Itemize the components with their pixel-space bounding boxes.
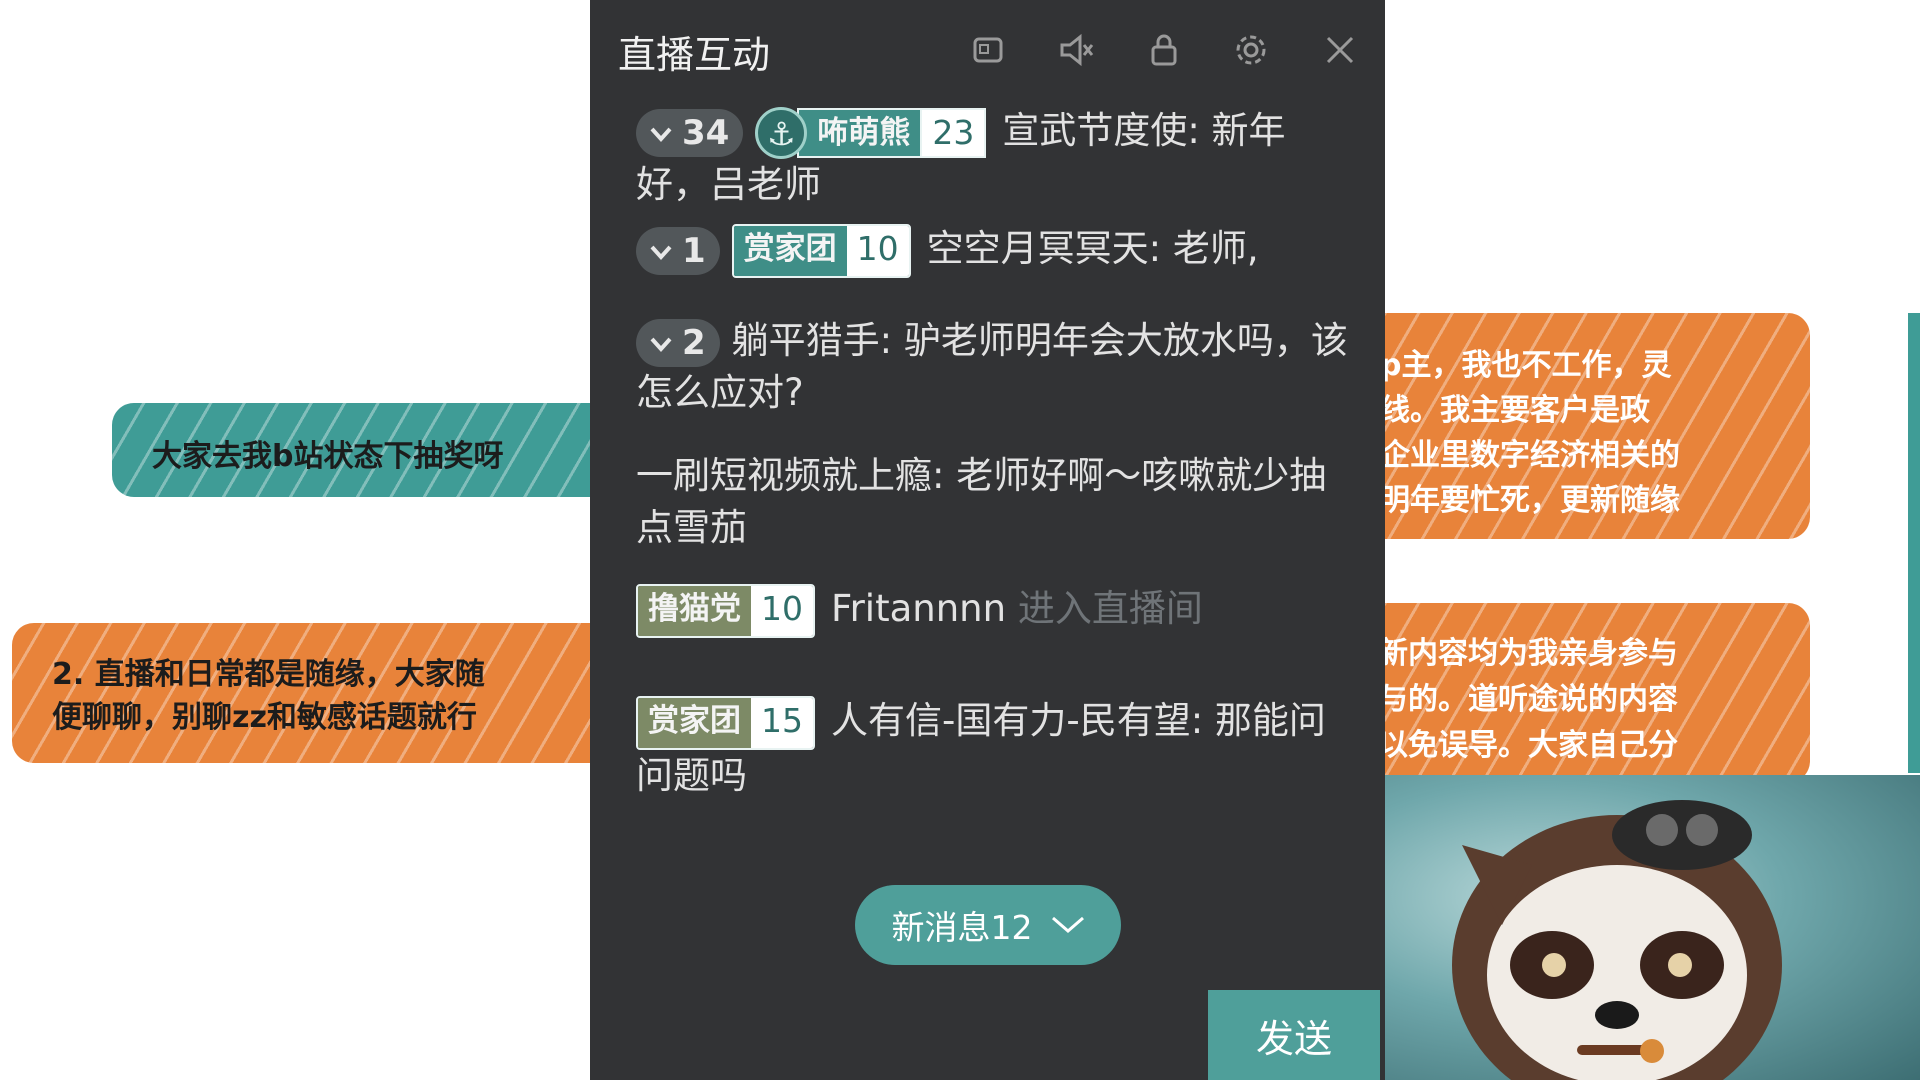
- user-level-chip: 2: [636, 318, 720, 367]
- note-line: 2. 直播和日常都是随缘，大家随: [52, 657, 485, 692]
- medal-name: 撸猫党: [638, 585, 751, 636]
- sticky-note-about: p主，我也不工作，灵 线。我主要客户是政 企业里数字经济相关的 明年要忙死，更新…: [1320, 313, 1810, 539]
- user-level-chip: 34: [636, 108, 744, 157]
- red-panda-avatar: [1452, 800, 1782, 1080]
- partial-note-edge: [1908, 313, 1920, 773]
- fan-medal[interactable]: ⚓ 咘萌熊 23: [755, 106, 987, 159]
- medal-level: 15: [751, 697, 813, 748]
- chat-message[interactable]: 撸猫党 10 Fritannnn 进入直播间: [636, 583, 1356, 638]
- system-text: 进入直播间: [1017, 587, 1203, 630]
- medal-level: 23: [920, 107, 987, 158]
- medal-level: 10: [751, 585, 813, 636]
- note-line: 便聊聊，别聊zz和敏感话题就行: [52, 700, 477, 735]
- user-level-chip: 1: [636, 226, 720, 275]
- username[interactable]: Fritannnn: [831, 587, 1006, 630]
- anchor-icon: ⚓: [755, 106, 808, 159]
- user-level: 34: [682, 112, 730, 153]
- note-line: p主，我也不工作，灵: [1380, 348, 1672, 383]
- username[interactable]: 宣武节度使: [1002, 109, 1187, 152]
- username[interactable]: 人有信-国有力-民有望: [831, 699, 1191, 742]
- fan-medal[interactable]: 赏家团 15: [636, 695, 815, 750]
- chat-message[interactable]: 一刷短视频就上瘾: 老师好啊～咳嗽就少抽点雪茄: [636, 450, 1356, 554]
- sticky-note-lottery: 大家去我b站状态下抽奖呀: [112, 403, 632, 497]
- chat-message[interactable]: 2 躺平猎手: 驴老师明年会大放水吗，该怎么应对?: [636, 315, 1356, 419]
- user-level: 2: [682, 322, 706, 363]
- note-line: 与的。道听途说的内容: [1378, 682, 1678, 717]
- user-level: 1: [682, 230, 706, 271]
- message-text: : 老师,: [1148, 227, 1259, 270]
- chat-message[interactable]: 1 赏家团 10 空空月冥冥天: 老师,: [636, 223, 1356, 278]
- new-messages-label: 新消息12: [891, 908, 1033, 947]
- fan-medal[interactable]: 撸猫党 10: [636, 583, 815, 638]
- medal-name: 咘萌熊: [797, 107, 921, 158]
- note-line: 企业里数字经济相关的: [1380, 438, 1680, 473]
- fan-medal[interactable]: 赏家团 10: [731, 223, 911, 278]
- new-messages-button[interactable]: 新消息12: [855, 885, 1121, 965]
- note-line: 大家去我b站状态下抽奖呀: [152, 439, 504, 474]
- medal-name: 赏家团: [733, 225, 847, 276]
- username[interactable]: 躺平猎手: [732, 319, 880, 362]
- window-icon[interactable]: [968, 30, 1008, 70]
- medal-level: 10: [846, 225, 909, 276]
- chat-message[interactable]: 赏家团 15 人有信-国有力-民有望: 那能问问题吗: [636, 695, 1356, 802]
- webcam-overlay: [1382, 775, 1920, 1080]
- chevron-down-icon: [1051, 916, 1084, 933]
- username[interactable]: 空空月冥冥天: [927, 227, 1149, 270]
- mute-icon[interactable]: [1056, 30, 1096, 70]
- settings-icon[interactable]: [1231, 30, 1271, 70]
- close-icon[interactable]: [1320, 30, 1360, 70]
- sticky-note-rules: 2. 直播和日常都是随缘，大家随 便聊聊，别聊zz和敏感话题就行: [12, 623, 632, 763]
- lock-icon[interactable]: [1144, 30, 1184, 70]
- send-button[interactable]: 发送: [1208, 990, 1380, 1080]
- note-line: 明年要忙死，更新随缘: [1380, 483, 1680, 518]
- medal-name: 赏家团: [638, 697, 751, 748]
- chat-message[interactable]: 34 ⚓ 咘萌熊 23 宣武节度使: 新年好，吕老师: [636, 105, 1356, 211]
- username[interactable]: 一刷短视频就上瘾: [636, 454, 932, 497]
- sticky-note-disclaimer: 新内容均为我亲身参与 与的。道听途说的内容 以免误导。大家自己分: [1320, 603, 1810, 783]
- note-line: 以免误导。大家自己分: [1378, 728, 1678, 763]
- panel-title: 直播互动: [618, 33, 771, 77]
- note-line: 新内容均为我亲身参与: [1378, 636, 1678, 671]
- note-line: 线。我主要客户是政: [1380, 393, 1650, 428]
